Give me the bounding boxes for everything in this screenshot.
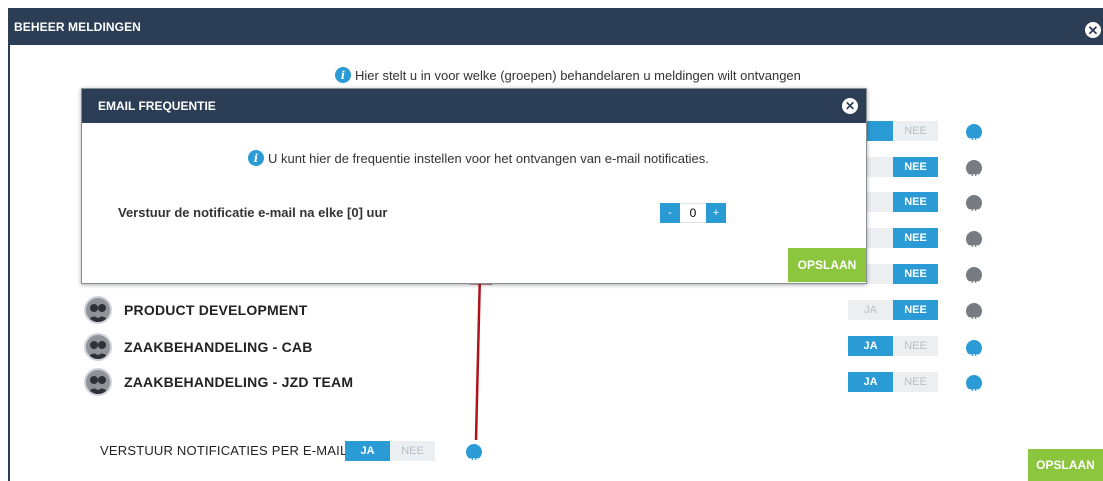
close-icon: ✕ xyxy=(844,99,856,113)
increment-button[interactable]: + xyxy=(706,203,726,223)
dialog-info-text: U kunt hier de frequentie instellen voor… xyxy=(268,150,709,166)
info-icon: i xyxy=(248,150,264,166)
dialog-info-line: i U kunt hier de frequentie instellen vo… xyxy=(248,150,709,166)
frequency-label: Verstuur de notificatie e-mail na elke [… xyxy=(118,205,388,220)
frequency-stepper: - + xyxy=(660,203,726,223)
decrement-button[interactable]: - xyxy=(660,203,680,223)
dialog-save-button[interactable]: OPSLAAN xyxy=(788,248,866,282)
dialog-header: EMAIL FREQUENTIE ✕ xyxy=(82,89,866,123)
email-frequency-dialog: EMAIL FREQUENTIE ✕ i U kunt hier de freq… xyxy=(81,88,867,284)
dialog-title: EMAIL FREQUENTIE xyxy=(98,99,216,113)
frequency-input[interactable] xyxy=(680,203,706,223)
close-dialog-button[interactable]: ✕ xyxy=(842,98,858,114)
